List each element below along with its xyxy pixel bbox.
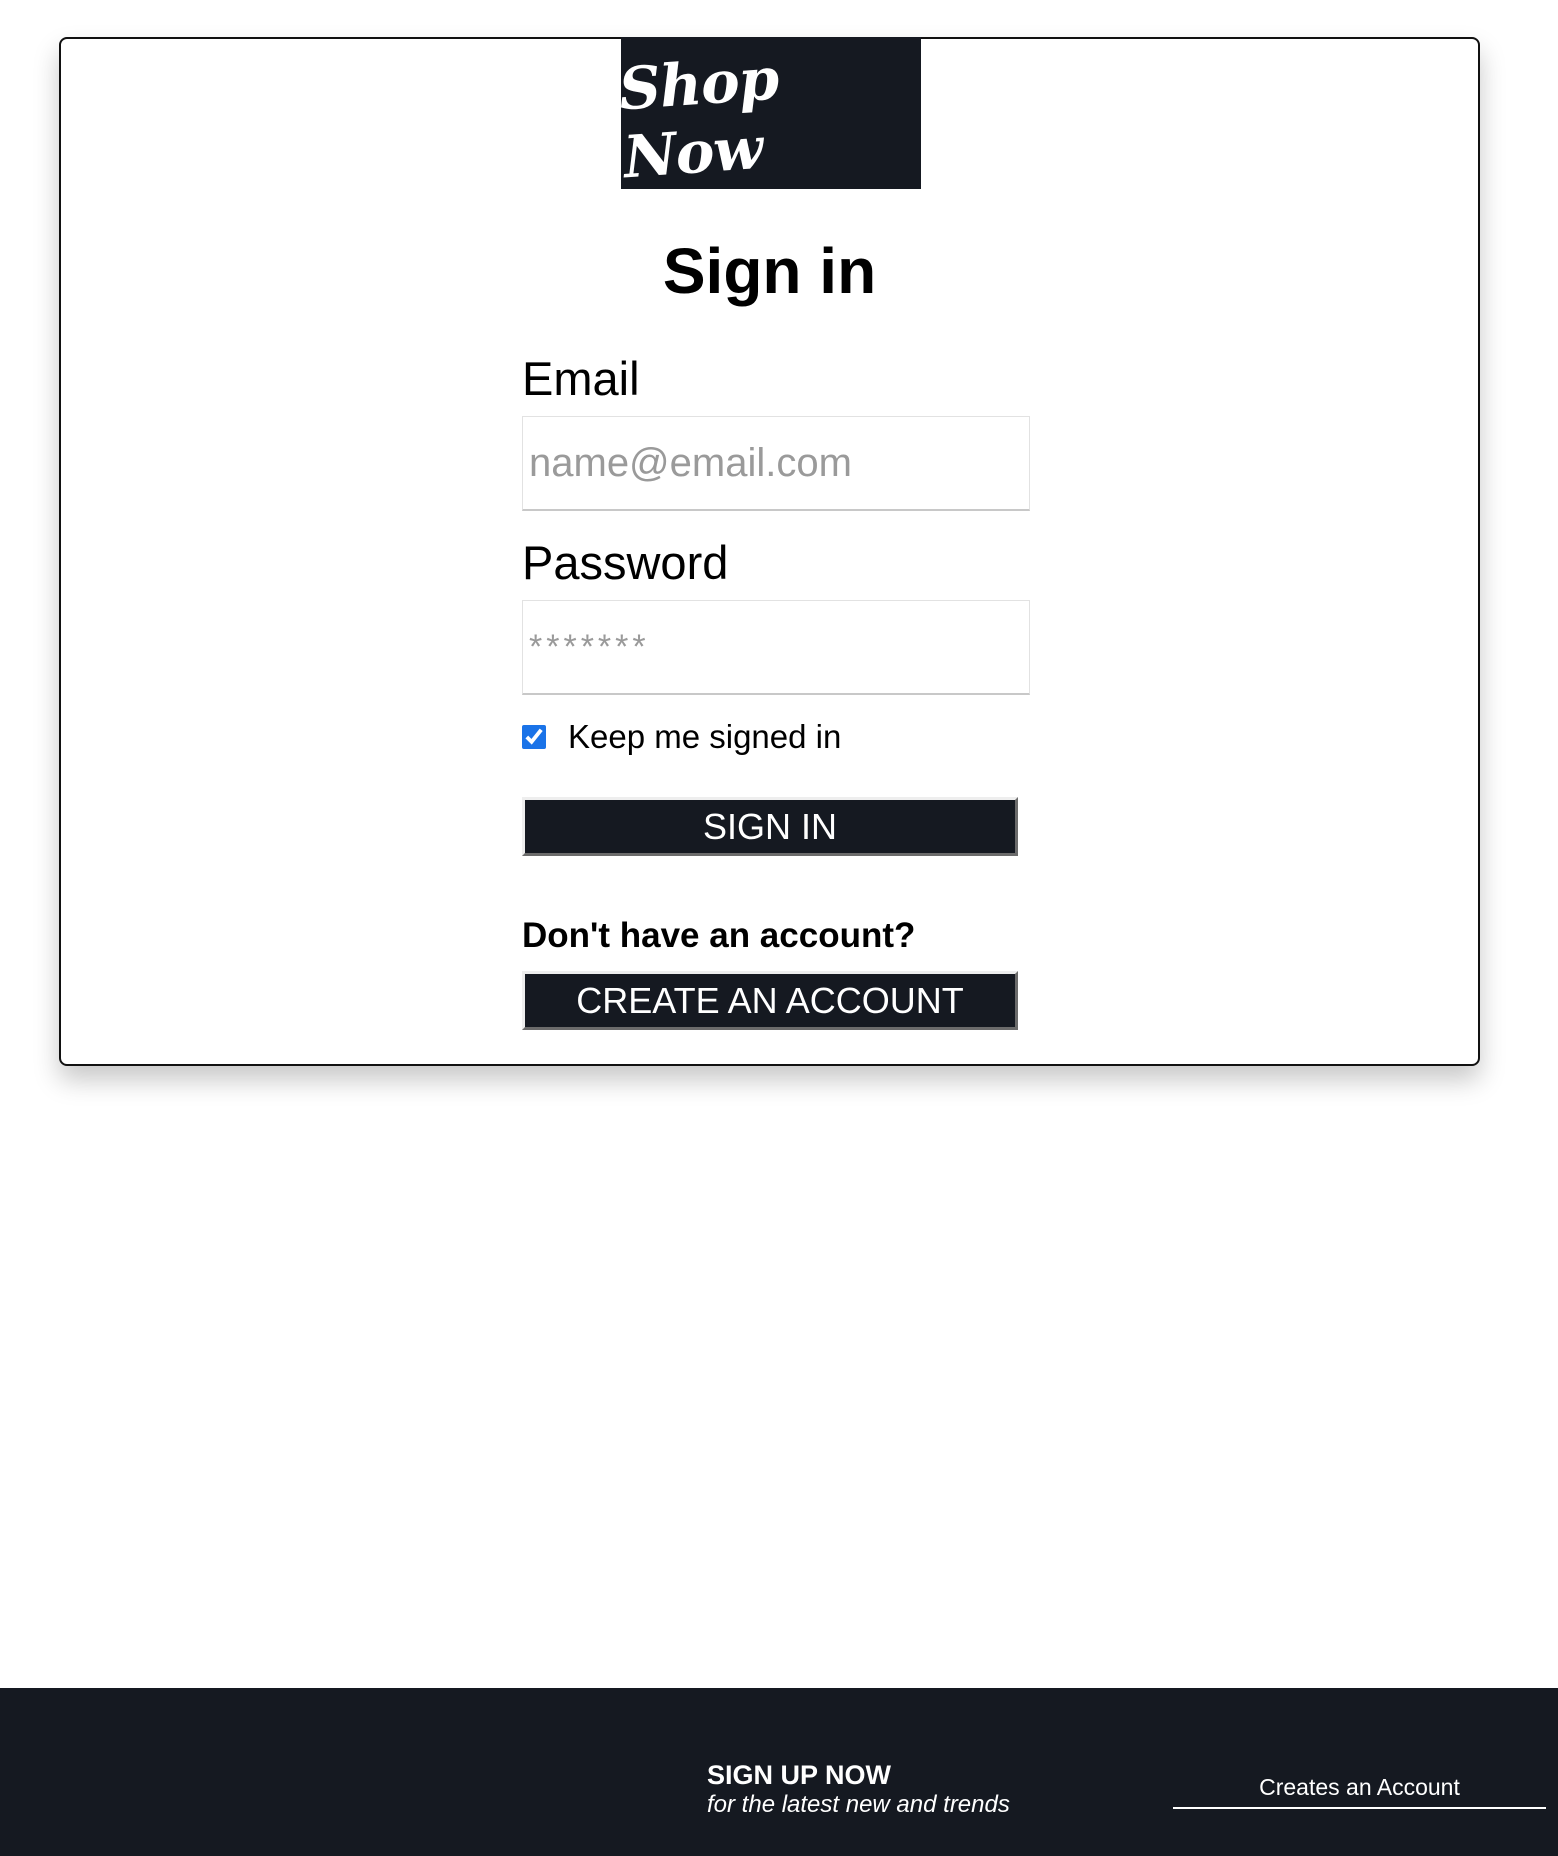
signup-subtext: for the latest new and trends: [707, 1791, 1010, 1819]
logo-text: Shop Now: [616, 44, 781, 192]
sign-in-form: Email Password Keep me signed in SIGN IN…: [522, 355, 1032, 1030]
sign-in-button[interactable]: SIGN IN: [522, 797, 1018, 856]
keep-signed-in-label[interactable]: Keep me signed in: [568, 718, 841, 756]
footer: SIGN UP NOW for the latest new and trend…: [0, 1688, 1558, 1856]
no-account-text: Don't have an account?: [522, 916, 916, 955]
create-account-button[interactable]: CREATE AN ACCOUNT: [522, 971, 1018, 1030]
shop-now-logo[interactable]: Shop Now: [617, 37, 921, 191]
signup-block: SIGN UP NOW for the latest new and trend…: [707, 1760, 1010, 1820]
footer-create-account-link[interactable]: Creates an Account: [1173, 1774, 1546, 1809]
signup-heading: SIGN UP NOW: [707, 1760, 892, 1790]
sign-in-card: Shop Now Sign in Email Password Keep me …: [59, 37, 1480, 1066]
keep-signed-in-checkbox[interactable]: [522, 725, 546, 749]
email-label: Email: [522, 352, 640, 405]
email-input[interactable]: [522, 416, 1030, 511]
password-label: Password: [522, 536, 729, 589]
keep-signed-in-row: Keep me signed in: [522, 717, 1032, 757]
page: Shop Now Sign in Email Password Keep me …: [0, 0, 1558, 1856]
page-title: Sign in: [662, 235, 877, 307]
password-input[interactable]: [522, 600, 1030, 695]
